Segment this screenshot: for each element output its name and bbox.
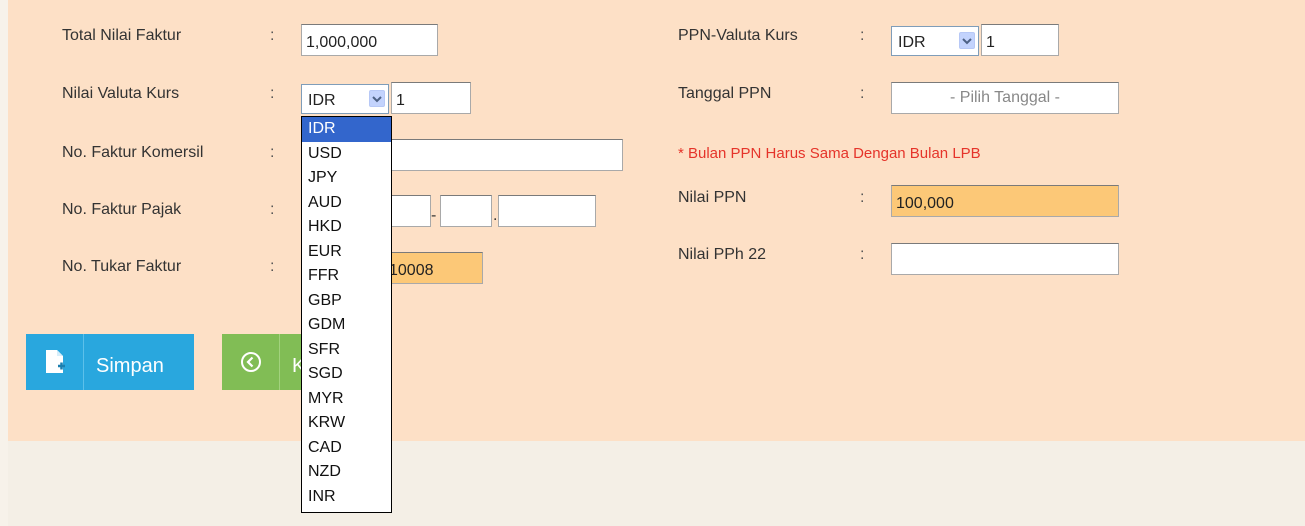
page-background xyxy=(8,441,1305,526)
dropdown-option-hkd[interactable]: HKD xyxy=(302,215,391,240)
nilai-ppn-input[interactable]: 100,000 xyxy=(891,185,1119,217)
label-total-nilai-faktur: Total Nilai Faktur xyxy=(62,27,182,44)
dropdown-option-cad[interactable]: CAD xyxy=(302,436,391,461)
chevron-down-icon xyxy=(369,90,385,107)
total-nilai-faktur-input[interactable]: 1,000,000 xyxy=(301,24,438,56)
colon: : xyxy=(270,258,275,275)
tanggal-ppn-date-picker[interactable]: - Pilih Tanggal - xyxy=(891,82,1119,114)
dropdown-option-inr[interactable]: INR xyxy=(302,485,391,510)
dropdown-option-ffr[interactable]: FFR xyxy=(302,264,391,289)
chevron-down-icon xyxy=(959,32,975,49)
label-nilai-ppn: Nilai PPN xyxy=(678,189,747,206)
no-faktur-komersil-input[interactable] xyxy=(380,139,623,171)
label-ppn-valuta-kurs: PPN-Valuta Kurs xyxy=(678,27,798,44)
separator-dot: . xyxy=(493,207,498,224)
nilai-pph22-input[interactable] xyxy=(891,243,1119,275)
label-no-tukar-faktur: No. Tukar Faktur xyxy=(62,258,182,275)
dropdown-option-eur[interactable]: EUR xyxy=(302,240,391,265)
form-panel xyxy=(8,0,1305,441)
dropdown-option-gdm[interactable]: GDM xyxy=(302,313,391,338)
colon: : xyxy=(860,85,865,102)
nilai-valuta-currency-select[interactable]: IDR xyxy=(301,84,389,114)
save-button[interactable]: Simpan xyxy=(26,334,194,390)
colon: : xyxy=(270,27,275,44)
dropdown-option-usd[interactable]: USD xyxy=(302,142,391,167)
validation-note: * Bulan PPN Harus Sama Dengan Bulan LPB xyxy=(678,145,981,162)
colon: : xyxy=(860,189,865,206)
label-nilai-pph22: Nilai PPh 22 xyxy=(678,246,767,263)
separator-dash: - xyxy=(431,207,437,224)
dropdown-option-sfr[interactable]: SFR xyxy=(302,338,391,363)
label-no-faktur-komersil: No. Faktur Komersil xyxy=(62,144,204,161)
colon: : xyxy=(270,85,275,102)
nilai-valuta-rate-input[interactable]: 1 xyxy=(391,82,471,114)
dropdown-option-jpy[interactable]: JPY xyxy=(302,166,391,191)
no-tukar-faktur-input[interactable]: 10008 xyxy=(384,252,483,284)
dropdown-option-myr[interactable]: MYR xyxy=(302,387,391,412)
no-faktur-pajak-part2-input[interactable] xyxy=(440,195,492,227)
colon: : xyxy=(860,246,865,263)
circle-arrow-left-icon xyxy=(222,334,280,390)
ppn-valuta-rate-input[interactable]: 1 xyxy=(981,24,1059,56)
label-no-faktur-pajak: No. Faktur Pajak xyxy=(62,201,182,218)
colon: : xyxy=(270,144,275,161)
dropdown-option-sgd[interactable]: SGD xyxy=(302,362,391,387)
dropdown-option-gbp[interactable]: GBP xyxy=(302,289,391,314)
label-tanggal-ppn: Tanggal PPN xyxy=(678,85,772,102)
document-add-icon xyxy=(26,334,84,390)
dropdown-option-nzd[interactable]: NZD xyxy=(302,460,391,485)
colon: : xyxy=(860,27,865,44)
colon: : xyxy=(270,201,275,218)
ppn-valuta-currency-select[interactable]: IDR xyxy=(891,26,979,56)
dropdown-option-aud[interactable]: AUD xyxy=(302,191,391,216)
dropdown-option-krw[interactable]: KRW xyxy=(302,411,391,436)
dropdown-option-idr[interactable]: IDR xyxy=(302,117,391,142)
currency-dropdown-list[interactable]: IDR USD JPY AUD HKD EUR FFR GBP GDM SFR SGD MYR KRW C… xyxy=(301,116,392,513)
no-faktur-pajak-part3-input[interactable] xyxy=(498,195,596,227)
save-button-label: Simpan xyxy=(96,354,164,377)
selected-currency: IDR xyxy=(308,92,336,109)
selected-currency: IDR xyxy=(898,34,926,51)
label-nilai-valuta-kurs: Nilai Valuta Kurs xyxy=(62,85,180,102)
